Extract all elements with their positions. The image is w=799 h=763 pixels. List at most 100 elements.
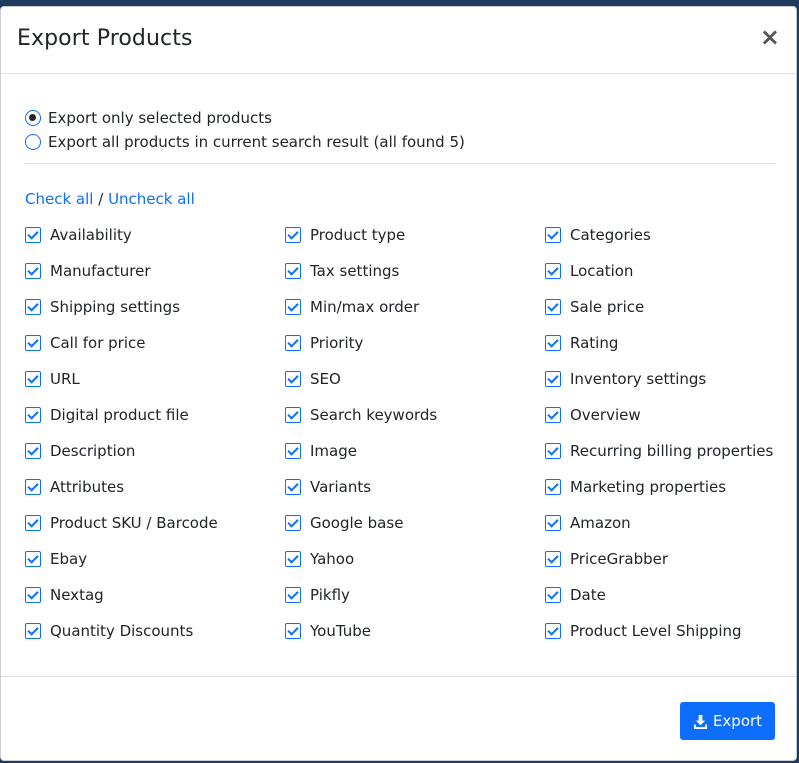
checkbox-checked[interactable] [25,227,41,243]
export-field-option[interactable]: URL [25,368,80,390]
export-field-option[interactable]: PriceGrabber [545,548,668,570]
uncheck-all-link[interactable]: Uncheck all [108,190,195,208]
checkbox-label: Tax settings [310,262,400,280]
export-field-option[interactable]: Description [25,440,135,462]
checkbox-label: Search keywords [310,406,438,424]
export-field-option[interactable]: Digital product file [25,404,189,426]
checkbox-checked[interactable] [25,551,41,567]
checkbox-checked[interactable] [285,299,301,315]
checkbox-label: YouTube [310,622,371,640]
checkbox-checked[interactable] [25,299,41,315]
radio-export-selected[interactable]: Export only selected products [25,107,272,129]
check-all-link[interactable]: Check all [25,190,93,208]
checkbox-checked[interactable] [545,407,561,423]
link-separator: / [98,190,104,208]
checkbox-checked[interactable] [285,551,301,567]
export-field-option[interactable]: Image [285,440,357,462]
checkbox-checked[interactable] [285,371,301,387]
checkbox-checked[interactable] [285,443,301,459]
export-field-option[interactable]: Pikfly [285,584,350,606]
checkbox-checked[interactable] [25,263,41,279]
export-field-option[interactable]: Shipping settings [25,296,180,318]
checkbox-label: Priority [310,334,364,352]
radio-export-all[interactable]: Export all products in current search re… [25,131,465,153]
export-field-option[interactable]: Amazon [545,512,631,534]
checkbox-checked[interactable] [285,227,301,243]
export-field-option[interactable]: Priority [285,332,363,354]
export-field-option[interactable]: Inventory settings [545,368,706,390]
checkbox-checked[interactable] [285,263,301,279]
modal-footer: Export [1,676,796,760]
checkbox-label: Quantity Discounts [50,622,194,640]
export-field-option[interactable]: Google base [285,512,403,534]
checkbox-label: Nextag [50,586,104,604]
checkbox-label: Inventory settings [570,370,707,388]
export-field-option[interactable]: Overview [545,404,641,426]
checkbox-checked[interactable] [545,587,561,603]
export-field-option[interactable]: Search keywords [285,404,437,426]
checkbox-checked[interactable] [545,263,561,279]
checkbox-checked[interactable] [25,335,41,351]
checkbox-checked[interactable] [545,371,561,387]
checkbox-label: Digital product file [50,406,189,424]
checkbox-checked[interactable] [545,335,561,351]
bulk-select-links: Check all / Uncheck all [25,190,195,208]
checkbox-label: Availability [50,226,132,244]
radio-label: Export all products in current search re… [48,133,465,151]
checkbox-checked[interactable] [285,587,301,603]
checkbox-checked[interactable] [285,479,301,495]
export-field-option[interactable]: Location [545,260,633,282]
checkbox-checked[interactable] [285,515,301,531]
checkbox-label: Min/max order [310,298,420,316]
export-field-option[interactable]: Recurring billing properties [545,440,773,462]
export-field-option[interactable]: Rating [545,332,618,354]
export-field-option[interactable]: Sale price [545,296,644,318]
checkbox-checked[interactable] [25,515,41,531]
export-field-option[interactable]: Date [545,584,606,606]
checkbox-label: Pikfly [310,586,350,604]
checkbox-checked[interactable] [285,335,301,351]
checkbox-checked[interactable] [545,479,561,495]
checkbox-checked[interactable] [545,443,561,459]
radio-label: Export only selected products [48,109,272,127]
export-field-option[interactable]: Product SKU / Barcode [25,512,218,534]
checkbox-checked[interactable] [25,479,41,495]
export-field-option[interactable]: SEO [285,368,341,390]
checkbox-checked[interactable] [545,623,561,639]
radio-button-selected[interactable] [25,110,41,126]
export-field-option[interactable]: Yahoo [285,548,354,570]
checkbox-checked[interactable] [545,227,561,243]
export-field-option[interactable]: Nextag [25,584,104,606]
export-field-option[interactable]: Product type [285,224,405,246]
checkbox-checked[interactable] [25,587,41,603]
export-field-option[interactable]: Categories [545,224,651,246]
checkbox-checked[interactable] [545,551,561,567]
export-field-option[interactable]: Call for price [25,332,146,354]
export-field-option[interactable]: Marketing properties [545,476,726,498]
export-field-option[interactable]: Tax settings [285,260,399,282]
checkbox-checked[interactable] [25,443,41,459]
checkbox-checked[interactable] [545,515,561,531]
radio-button[interactable] [25,134,41,150]
export-field-option[interactable]: Product Level Shipping [545,620,742,642]
export-field-option[interactable]: Availability [25,224,132,246]
close-icon[interactable]: × [760,25,780,49]
export-field-option[interactable]: Quantity Discounts [25,620,193,642]
export-field-option[interactable]: Variants [285,476,371,498]
export-field-option[interactable]: YouTube [285,620,371,642]
checkbox-checked[interactable] [545,299,561,315]
checkbox-checked[interactable] [25,623,41,639]
export-field-option[interactable]: Attributes [25,476,124,498]
checkbox-label: Overview [570,406,641,424]
checkbox-checked[interactable] [25,407,41,423]
export-field-option[interactable]: Ebay [25,548,87,570]
export-button[interactable]: Export [680,702,775,740]
checkbox-label: PriceGrabber [570,550,669,568]
checkbox-checked[interactable] [285,623,301,639]
export-field-option[interactable]: Manufacturer [25,260,151,282]
checkbox-label: Call for price [50,334,146,352]
checkbox-checked[interactable] [25,371,41,387]
checkbox-checked[interactable] [285,407,301,423]
export-field-option[interactable]: Min/max order [285,296,419,318]
checkbox-label: Attributes [50,478,125,496]
